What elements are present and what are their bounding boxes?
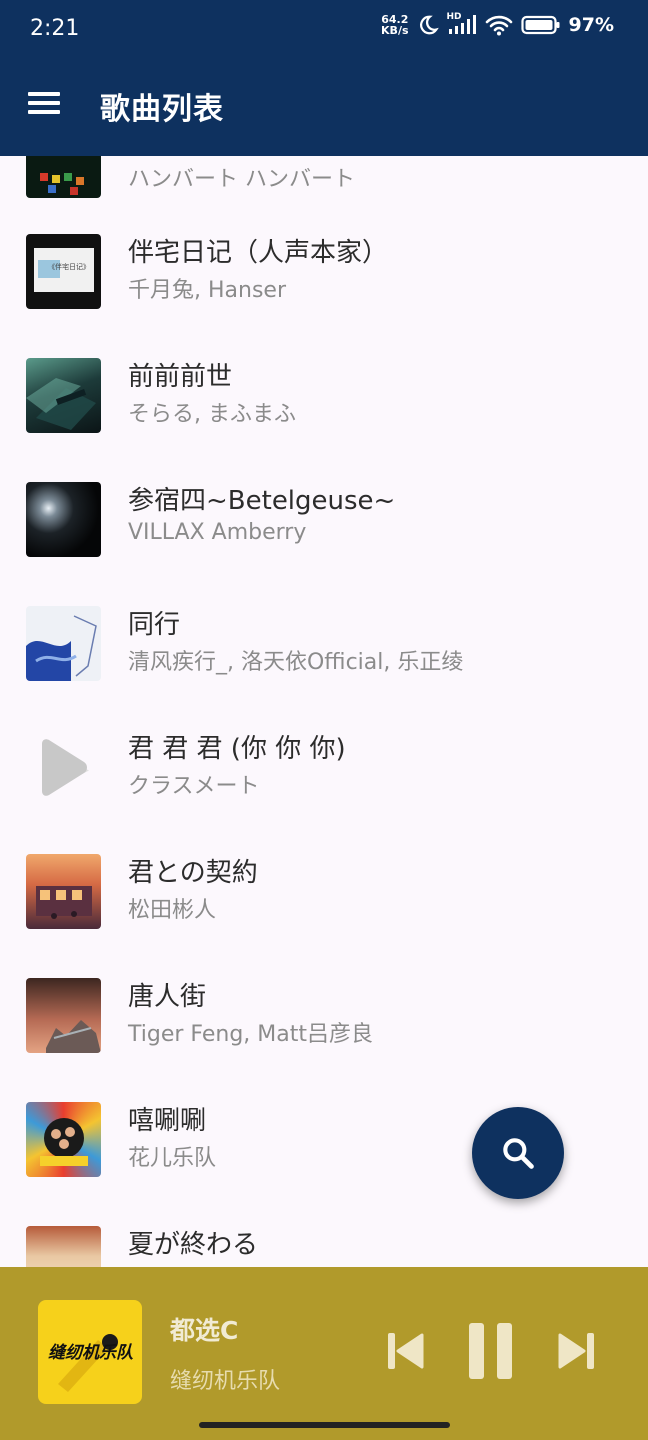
album-cover <box>26 156 101 198</box>
skip-previous-icon <box>388 1333 424 1369</box>
signal-icon: HD <box>447 12 477 36</box>
status-time: 2:21 <box>30 16 80 41</box>
album-cover <box>26 978 101 1053</box>
moon-icon <box>419 15 439 35</box>
pause-button[interactable] <box>466 1323 516 1383</box>
song-artist: Tiger Feng, Matt吕彦良 <box>128 1022 374 1047</box>
song-title: 唐人街 <box>128 982 207 1012</box>
song-row[interactable]: 君 君 君 (你 你 你) クラスメート <box>0 714 648 838</box>
next-button[interactable] <box>554 1323 600 1383</box>
song-row[interactable]: 参宿四~Betelgeuse~ VILLAX Amberry <box>0 466 648 590</box>
cover-text: 《伴宅日记》 <box>48 263 90 271</box>
search-icon <box>503 1138 534 1169</box>
battery-icon <box>520 15 560 35</box>
song-artist: 松田彬人 <box>128 898 217 923</box>
album-cover-placeholder <box>26 730 101 805</box>
song-row[interactable]: 前前前世 そらる, まふまふ <box>0 342 648 466</box>
home-indicator[interactable] <box>199 1422 450 1428</box>
search-button[interactable] <box>472 1107 564 1199</box>
now-playing-artist: 缝纫机乐队 <box>170 1369 281 1394</box>
song-title: 参宿四~Betelgeuse~ <box>128 486 396 516</box>
song-list[interactable]: ハンバート ハンバート 《伴宅日记》 伴宅日记（人声本家） 千月兔, Hanse… <box>0 156 648 1268</box>
battery-percent: 97% <box>568 14 614 36</box>
song-row[interactable]: 夏が終わる <box>0 1210 648 1268</box>
app-bar: 歌曲列表 <box>0 60 648 156</box>
now-playing-cover[interactable]: 缝纫机乐队 <box>38 1300 142 1404</box>
song-title: 伴宅日记（人声本家） <box>128 238 389 268</box>
song-row[interactable]: 唐人街 Tiger Feng, Matt吕彦良 <box>0 962 648 1086</box>
pause-icon <box>469 1323 512 1379</box>
album-cover <box>26 482 101 557</box>
song-artist: 清风疾行_, 洛天依Official, 乐正绫 <box>128 650 464 675</box>
status-bar: 2:21 64.2 KB/s HD 97% <box>0 0 648 60</box>
song-artist: ハンバート ハンバート <box>128 167 355 192</box>
network-speed: 64.2 KB/s <box>381 14 408 36</box>
song-title: 嘻唰唰 <box>128 1106 207 1136</box>
song-row[interactable]: 《伴宅日记》 伴宅日记（人声本家） 千月兔, Hanser <box>0 218 648 342</box>
song-artist: VILLAX Amberry <box>128 520 307 545</box>
skip-next-icon <box>558 1333 594 1369</box>
album-cover <box>26 358 101 433</box>
song-title: 同行 <box>128 610 181 640</box>
play-placeholder-icon <box>42 739 89 796</box>
network-speed-unit: KB/s <box>381 24 409 37</box>
album-cover <box>26 1102 101 1177</box>
now-playing-cover-text: 缝纫机乐队 <box>48 1343 133 1363</box>
song-artist: クラスメート <box>128 774 260 799</box>
album-cover <box>26 854 101 929</box>
album-cover <box>26 606 101 681</box>
song-title: 前前前世 <box>128 362 233 392</box>
now-playing-title: 都选C <box>170 1316 239 1345</box>
song-title: 夏が終わる <box>128 1230 259 1260</box>
song-row[interactable]: 君との契約 松田彬人 <box>0 838 648 962</box>
page-title: 歌曲列表 <box>100 92 224 127</box>
song-row[interactable]: 同行 清风疾行_, 洛天依Official, 乐正绫 <box>0 590 648 714</box>
album-cover: 《伴宅日记》 <box>26 234 101 309</box>
song-title: 君 君 君 (你 你 你) <box>128 734 346 764</box>
album-cover <box>26 1226 101 1268</box>
song-artist: そらる, まふまふ <box>128 402 296 427</box>
song-title: 君との契約 <box>128 858 258 888</box>
wifi-icon <box>485 15 512 36</box>
song-artist: 千月兔, Hanser <box>128 278 286 303</box>
status-icons: 64.2 KB/s HD 97% <box>381 12 614 36</box>
previous-button[interactable] <box>382 1323 428 1383</box>
song-artist: 花儿乐队 <box>128 1146 217 1171</box>
menu-button[interactable] <box>28 88 64 124</box>
menu-icon <box>28 92 64 114</box>
now-playing-bar[interactable]: 缝纫机乐队 都选C 缝纫机乐队 <box>0 1267 648 1440</box>
